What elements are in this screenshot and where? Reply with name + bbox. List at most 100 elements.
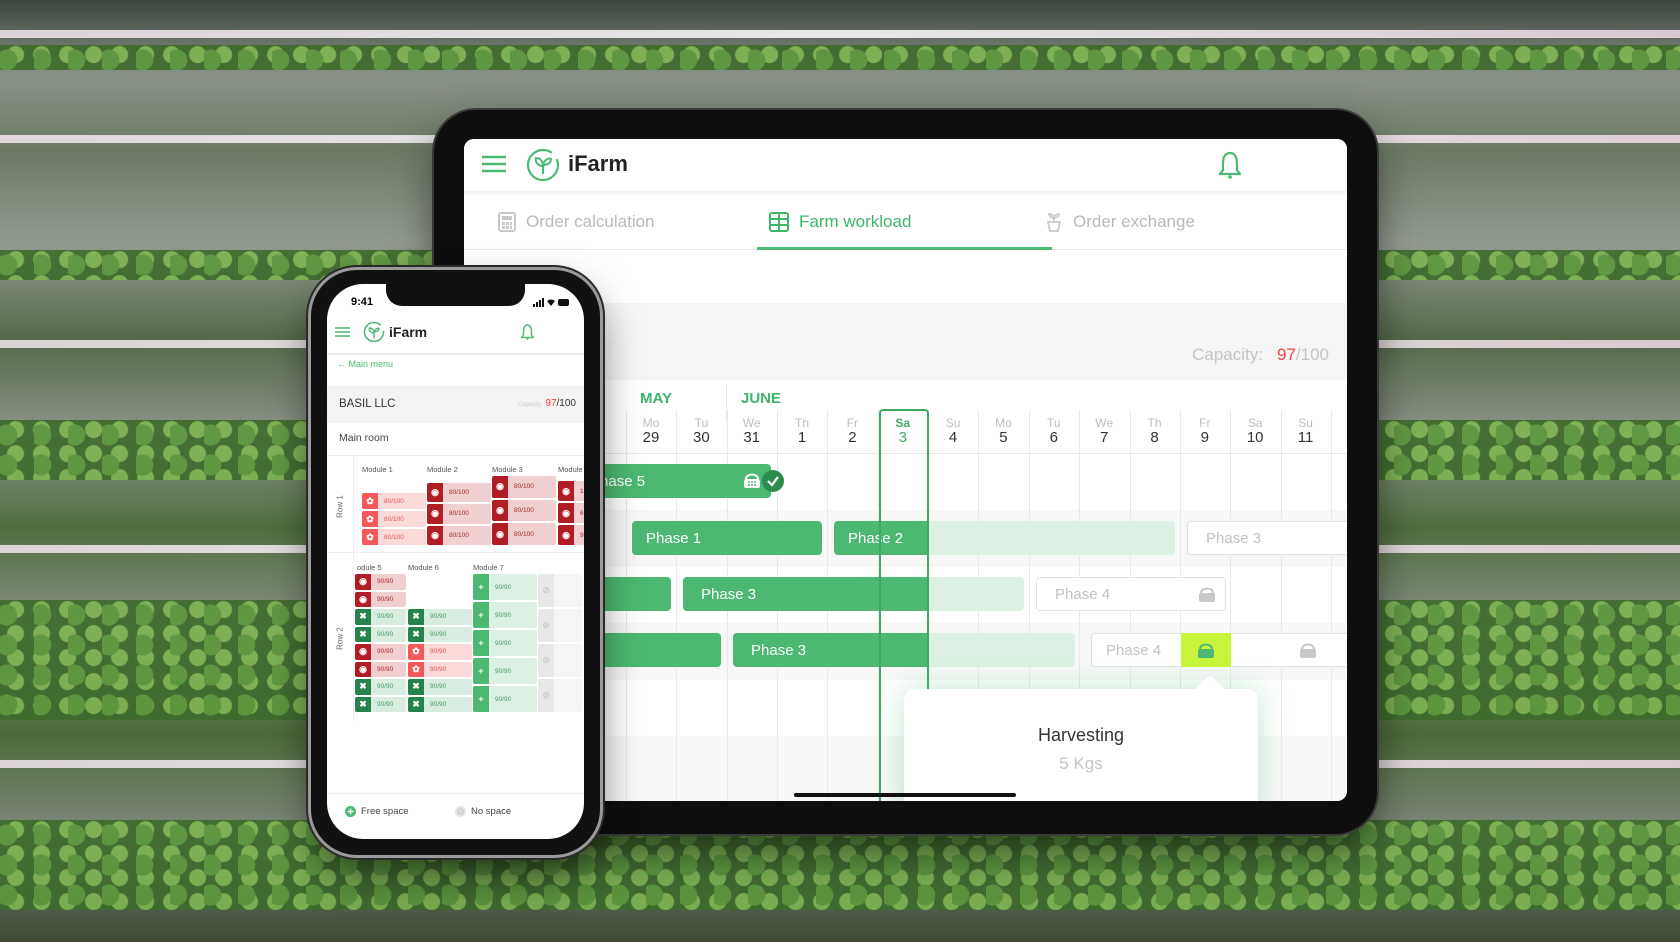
day-of-week: Th	[1147, 416, 1162, 430]
day-number[interactable]: 30	[676, 429, 726, 446]
day-number[interactable]: 2	[827, 429, 877, 446]
module-cell[interactable]: ✿ 80/100	[362, 511, 426, 527]
day-number[interactable]: 8	[1130, 429, 1180, 446]
module-cell[interactable]: +90/90	[473, 574, 537, 600]
day-number[interactable]: 5	[978, 429, 1028, 446]
day-of-week: Tu	[694, 416, 709, 430]
phase-bar[interactable]: Phase 3	[733, 633, 929, 667]
module-cell[interactable]: ◉ 80/100	[427, 525, 491, 545]
module-cell[interactable]: ◉ 90/90	[355, 661, 406, 677]
cell-value: 90/90	[377, 683, 394, 691]
module-cell[interactable]: ◉ 6	[558, 503, 584, 523]
cell-value: 90/90	[495, 667, 512, 675]
module-cell[interactable]: ✿ 90/90	[408, 644, 472, 660]
phase-bar-planned[interactable]: Phase 4	[1036, 577, 1226, 611]
harvest-icon: ◉	[355, 574, 371, 590]
day-of-week: Sa	[895, 416, 911, 430]
cell-value: 90/90	[377, 648, 394, 656]
hamburger-icon[interactable]	[335, 326, 350, 338]
phase-bar[interactable]: Phase 2	[834, 521, 929, 555]
module-cell[interactable]: ◉ 80/100	[492, 476, 556, 498]
module-cell[interactable]: ◉ 90/90	[355, 644, 406, 660]
bell-icon[interactable]	[1219, 151, 1241, 179]
module-cell[interactable]: ✖ 90/90	[355, 626, 406, 642]
back-link[interactable]: ← Main menu	[337, 359, 393, 369]
growing-icon: ✖	[408, 609, 424, 625]
harvest-icon: ◉	[558, 503, 574, 523]
day-number[interactable]: 4	[928, 429, 978, 446]
module-cell[interactable]: ◉ 80/100	[427, 483, 491, 503]
module-cell[interactable]: ◉ 90/90	[355, 574, 406, 590]
module-cell[interactable]: ◉ 9	[558, 525, 584, 545]
grid-column-line	[1280, 410, 1282, 801]
cell-value: 90/90	[430, 630, 447, 638]
day-number[interactable]: 3	[878, 429, 928, 446]
module-cell[interactable]: +90/90	[473, 602, 537, 628]
day-number[interactable]: 6	[1029, 429, 1079, 446]
module-cell[interactable]: ◉ 80/100	[492, 499, 556, 522]
module-cell[interactable]: ✖ 90/90	[355, 696, 406, 712]
module-cell[interactable]: ◉ 90/90	[355, 591, 406, 607]
harvest-day-selected[interactable]	[1181, 633, 1231, 667]
module-cell[interactable]: ⊘	[538, 609, 582, 642]
module-cell[interactable]: ✖ 90/90	[408, 626, 472, 642]
cell-value: 6	[580, 509, 584, 517]
harvest-icon: ◉	[355, 661, 371, 677]
module-cell[interactable]: ◉ 80/100	[492, 523, 556, 545]
tab-label: Order exchange	[1073, 211, 1195, 231]
module-cell[interactable]: ✖ 90/90	[408, 679, 472, 695]
cell-value: 9	[580, 531, 584, 539]
day-of-week: We	[742, 416, 761, 430]
module-cell[interactable]: ✿ 90/90	[408, 661, 472, 677]
tab-order-calculation[interactable]: Order calculation	[498, 193, 655, 250]
day-number[interactable]: 29	[626, 429, 676, 446]
module-cell[interactable]: ◉ 1	[558, 481, 584, 501]
module-cell[interactable]: ✖ 90/90	[408, 609, 472, 625]
company-name: BASIL LLC	[339, 398, 396, 410]
day-number[interactable]: 7	[1079, 429, 1129, 446]
day-number[interactable]: 31	[727, 429, 777, 446]
cell-value: 80/100	[449, 510, 469, 518]
cell-value: 90/90	[495, 611, 512, 619]
module-cell[interactable]: ◉ 80/100	[427, 504, 491, 524]
module-cell[interactable]: ✖ 90/90	[355, 609, 406, 625]
day-number[interactable]: 1	[777, 429, 827, 446]
hamburger-icon[interactable]	[482, 154, 506, 174]
tab-farm-workload[interactable]: Farm workload	[769, 193, 911, 250]
module-cell[interactable]: ✖ 90/90	[355, 679, 406, 695]
module-cell[interactable]: ✖ 90/90	[408, 696, 472, 712]
harvest-icon: ✿	[362, 511, 378, 527]
day-of-week: Su	[945, 416, 961, 430]
module-cell[interactable]: ⊘	[538, 644, 582, 677]
room-name: Main room	[339, 432, 389, 444]
phase-label: Phase 3	[751, 641, 807, 659]
harvest-icon: ✿	[408, 661, 424, 677]
day-number[interactable]: 11	[1281, 429, 1331, 446]
tooltip-title: Harvesting	[1037, 725, 1125, 745]
tab-order-exchange[interactable]: Order exchange	[1045, 193, 1195, 250]
cell-value: 80/100	[449, 531, 469, 539]
phase-bar-planned[interactable]: Phase 3	[1187, 521, 1347, 555]
module-cell[interactable]: ⊘	[538, 679, 582, 712]
day-of-week: Sa	[1247, 416, 1263, 430]
bell-icon[interactable]	[521, 324, 534, 340]
day-number[interactable]: 10	[1230, 429, 1280, 446]
phase-bar[interactable]: Phase 3	[683, 577, 929, 611]
module-cell[interactable]: ✿ 80/100	[362, 493, 426, 509]
phase-bar-planned[interactable]: Phase 4	[1091, 633, 1347, 667]
day-of-week: Mo	[995, 416, 1012, 430]
module-label: Module 7	[473, 563, 504, 572]
module-cell[interactable]: +90/90	[473, 630, 537, 656]
module-cell[interactable]: +90/90	[473, 658, 537, 684]
module-cell[interactable]: +90/90	[473, 686, 537, 712]
day-number[interactable]: 9	[1180, 429, 1230, 446]
plus-icon: +	[473, 658, 489, 684]
table-icon	[769, 211, 789, 232]
phase-bar[interactable]: Phase 1	[632, 521, 822, 555]
module-cell[interactable]: ✿ 80/100	[362, 529, 426, 545]
phase-label: Phase 3	[701, 585, 757, 603]
calculator-icon	[498, 211, 516, 232]
header-divider	[327, 353, 584, 355]
capacity-used: 97	[1276, 345, 1296, 364]
module-cell[interactable]: ⊘	[538, 574, 582, 607]
